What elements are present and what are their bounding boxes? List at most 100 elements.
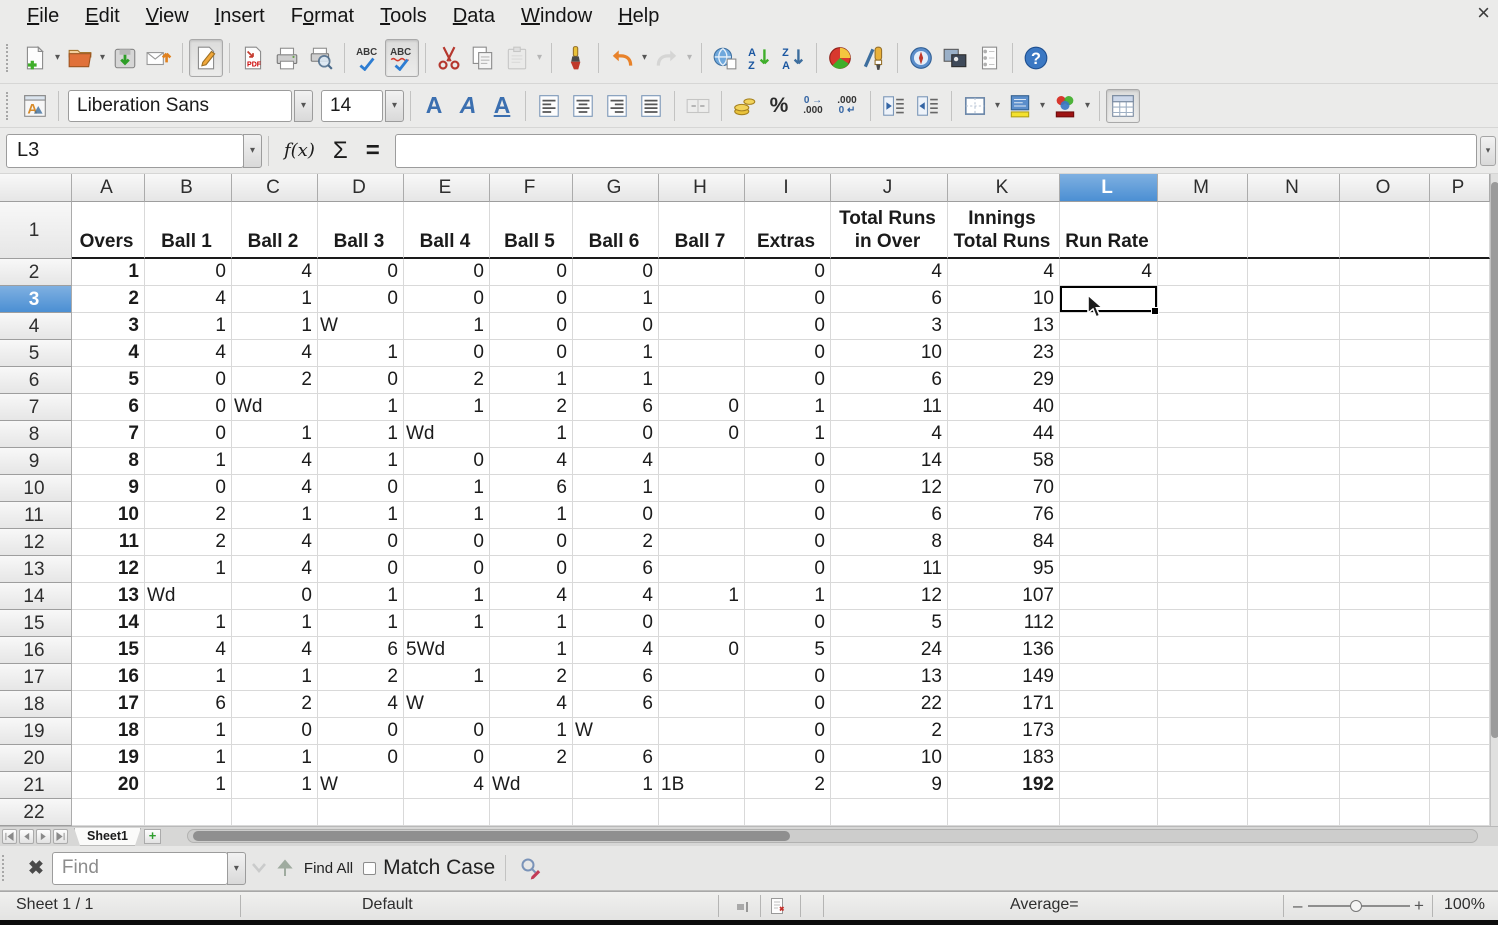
grid-cell-D6[interactable]: 0 [318,367,404,394]
row-header-14[interactable]: 14 [0,583,72,610]
grid-cell-B17[interactable]: 1 [145,664,232,691]
grid-cell-C10[interactable]: 4 [232,475,318,502]
styles-icon[interactable]: A [18,89,52,123]
grid-cell-M16[interactable] [1158,637,1248,664]
grid-cell-A15[interactable]: 14 [72,610,145,637]
grid-cell-N5[interactable] [1248,340,1340,367]
find-history-dropdown-icon[interactable]: ▾ [226,851,246,885]
grid-cell-P2[interactable] [1430,259,1490,286]
grid-cell-A18[interactable]: 17 [72,691,145,718]
grid-cell-D3[interactable]: 0 [318,286,404,313]
grid-cell-B7[interactable]: 0 [145,394,232,421]
row-header-18[interactable]: 18 [0,691,72,718]
grid-cell-L21[interactable] [1060,772,1158,799]
grid-cell-N1[interactable] [1248,202,1340,259]
grid-cell-M15[interactable] [1158,610,1248,637]
grid-cell-D5[interactable]: 1 [318,340,404,367]
grid-cell-F21[interactable]: Wd [490,772,573,799]
edit-file-icon[interactable] [189,38,223,77]
redo-dropdown-icon[interactable]: ▾ [684,52,695,63]
grid-cell-D15[interactable]: 1 [318,610,404,637]
grid-cell-H19[interactable] [659,718,745,745]
grid-cell-G18[interactable]: 6 [573,691,659,718]
grid-cell-G4[interactable]: 0 [573,313,659,340]
background-color-icon[interactable] [1003,89,1037,123]
grid-cell-P13[interactable] [1430,556,1490,583]
clone-formatting-icon[interactable] [558,39,592,77]
grid-cell-K19[interactable]: 173 [948,718,1060,745]
grid-cell-F7[interactable]: 2 [490,394,573,421]
grid-cell-A3[interactable]: 2 [72,286,145,313]
row-header-21[interactable]: 21 [0,772,72,799]
grid-cell-A9[interactable]: 8 [72,448,145,475]
grid-cell-C12[interactable]: 4 [232,529,318,556]
grid-cell-C8[interactable]: 1 [232,421,318,448]
grid-cell-P18[interactable] [1430,691,1490,718]
grid-cell-J21[interactable]: 9 [831,772,948,799]
sort-ascending-icon[interactable]: AZ [742,39,776,77]
grid-cell-J11[interactable]: 6 [831,502,948,529]
grid-cell-N6[interactable] [1248,367,1340,394]
grid-cell-B15[interactable]: 1 [145,610,232,637]
grid-cell-E10[interactable]: 1 [404,475,490,502]
grid-cell-F16[interactable]: 1 [490,637,573,664]
paste-icon[interactable] [500,39,534,77]
grid-cell-P12[interactable] [1430,529,1490,556]
formula-input[interactable] [394,133,1477,168]
grid-cell-C14[interactable]: 0 [232,583,318,610]
save-icon[interactable] [108,39,142,77]
data-sources-icon[interactable] [972,39,1006,77]
grid-cell-J10[interactable]: 12 [831,475,948,502]
grid-cell-M4[interactable] [1158,313,1248,340]
find-and-replace-icon[interactable] [516,849,546,887]
grid-cell-D16[interactable]: 6 [318,637,404,664]
grid-cell-E2[interactable]: 0 [404,259,490,286]
grid-cell-K8[interactable]: 44 [948,421,1060,448]
grid-cell-L14[interactable] [1060,583,1158,610]
find-input[interactable]: Find [51,851,228,885]
column-header-J[interactable]: J [831,174,948,202]
row-header-12[interactable]: 12 [0,529,72,556]
row-header-22[interactable]: 22 [0,799,72,826]
grid-cell-M22[interactable] [1158,799,1248,826]
grid-cell-I13[interactable]: 0 [745,556,831,583]
close-find-bar-icon[interactable]: ✖ [28,857,44,880]
grid-cell-G19[interactable]: W [573,718,659,745]
grid-cell-M17[interactable] [1158,664,1248,691]
grid-cell-C18[interactable]: 2 [232,691,318,718]
grid-cell-E22[interactable] [404,799,490,826]
grid-cell-E8[interactable]: Wd [404,421,490,448]
grid-cell-I11[interactable]: 0 [745,502,831,529]
grid-cell-A11[interactable]: 10 [72,502,145,529]
grid-cell-P7[interactable] [1430,394,1490,421]
grid-cell-D7[interactable]: 1 [318,394,404,421]
grid-cell-D13[interactable]: 0 [318,556,404,583]
grid-cell-L1[interactable]: Run Rate [1060,202,1158,259]
grid-cell-O18[interactable] [1340,691,1430,718]
horizontal-scrollbar-thumb[interactable] [193,831,790,841]
grid-cell-A5[interactable]: 4 [72,340,145,367]
grid-cell-B19[interactable]: 1 [145,718,232,745]
grid-cell-E4[interactable]: 1 [404,313,490,340]
export-pdf-icon[interactable]: PDF [236,39,270,77]
borders-dropdown-icon[interactable]: ▾ [992,100,1003,111]
row-header-16[interactable]: 16 [0,637,72,664]
grid-cell-K5[interactable]: 23 [948,340,1060,367]
last-sheet-icon[interactable] [53,829,68,844]
grid-cell-M14[interactable] [1158,583,1248,610]
vertical-scrollbar[interactable] [1490,174,1498,826]
grid-cell-J5[interactable]: 10 [831,340,948,367]
grid-cell-F14[interactable]: 4 [490,583,573,610]
grid-cell-G12[interactable]: 2 [573,529,659,556]
zoom-out-icon[interactable]: – [1293,896,1302,916]
grid-cell-E6[interactable]: 2 [404,367,490,394]
row-header-13[interactable]: 13 [0,556,72,583]
grid-cell-H8[interactable]: 0 [659,421,745,448]
grid-cell-M3[interactable] [1158,286,1248,313]
grid-cell-K1[interactable]: Innings Total Runs [948,202,1060,259]
grid-cell-D8[interactable]: 1 [318,421,404,448]
font-size-combo[interactable]: 14 [321,89,383,122]
grid-cell-M19[interactable] [1158,718,1248,745]
toolbar-grip[interactable] [6,43,14,72]
grid-cell-O7[interactable] [1340,394,1430,421]
